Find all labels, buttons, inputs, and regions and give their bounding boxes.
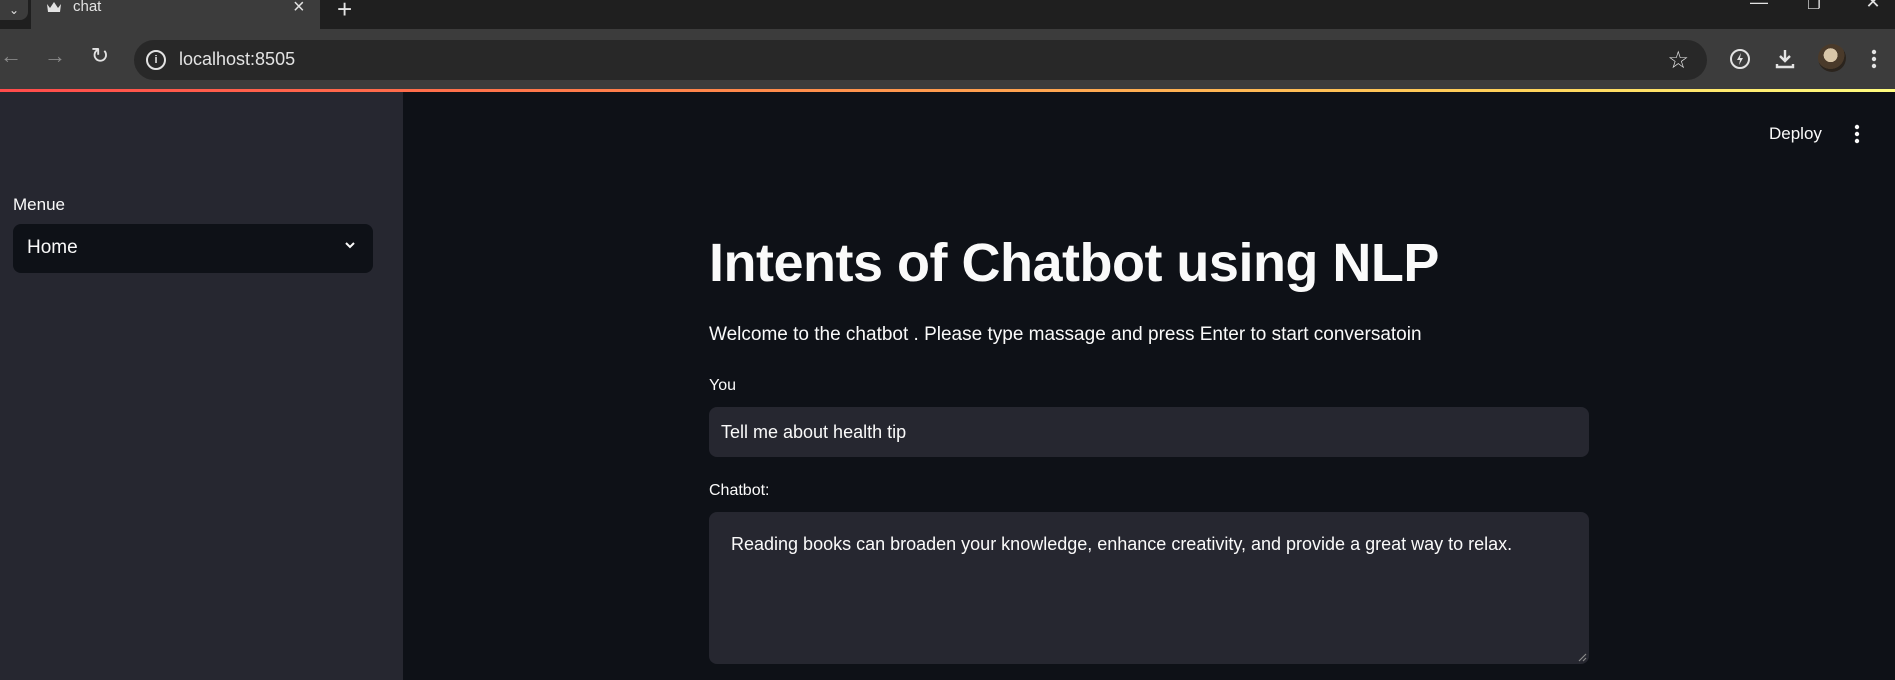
tab-close-icon[interactable]: ×: [293, 0, 305, 19]
chatbot-label: Chatbot:: [709, 482, 770, 499]
download-icon[interactable]: [1772, 46, 1798, 72]
chevron-down-icon: [345, 242, 355, 249]
resize-grip-icon[interactable]: [1577, 652, 1587, 662]
sidebar-menu-label: Menue: [13, 195, 65, 214]
performance-lightning-icon[interactable]: [1727, 46, 1753, 72]
back-arrow-icon[interactable]: ←: [0, 43, 26, 69]
menu-selectbox[interactable]: Home: [13, 224, 373, 273]
minimize-icon[interactable]: —: [1744, 0, 1774, 13]
welcome-text: Welcome to the chatbot . Please type mas…: [709, 324, 1422, 345]
window-close-icon[interactable]: ✕: [1858, 0, 1888, 13]
selectbox-value: Home: [27, 237, 78, 258]
you-input[interactable]: [709, 407, 1589, 457]
tab-search-chevron-down-icon[interactable]: ⌄: [0, 0, 28, 20]
profile-avatar[interactable]: [1818, 44, 1846, 72]
chatbot-response-textarea[interactable]: Reading books can broaden your knowledge…: [709, 512, 1589, 664]
url-text[interactable]: localhost:8505: [179, 49, 295, 70]
new-tab-plus-icon[interactable]: +: [337, 0, 352, 25]
restore-icon[interactable]: ❐: [1799, 0, 1829, 13]
deploy-button[interactable]: Deploy: [1769, 124, 1822, 144]
sidebar: [0, 92, 403, 680]
crown-icon: [47, 2, 61, 12]
browser-menu-kebab-icon[interactable]: [1861, 46, 1887, 72]
reload-icon[interactable]: ↻: [85, 43, 115, 69]
browser-tab[interactable]: chat ×: [31, 0, 320, 29]
tab-title: chat: [73, 0, 102, 15]
bookmark-star-icon[interactable]: ☆: [1667, 46, 1689, 75]
address-bar[interactable]: i localhost:8505 ☆: [134, 40, 1707, 80]
you-label: You: [709, 377, 736, 394]
app-menu-kebab-icon[interactable]: [1847, 123, 1867, 145]
page-title: Intents of Chatbot using NLP: [709, 233, 1439, 293]
forward-arrow-icon[interactable]: →: [40, 43, 70, 69]
browser-toolbar: ← → ↻ i localhost:8505 ☆: [0, 29, 1895, 89]
site-info-icon[interactable]: i: [146, 50, 166, 70]
browser-tabstrip: ⌄ chat × + — ❐ ✕: [0, 0, 1895, 29]
